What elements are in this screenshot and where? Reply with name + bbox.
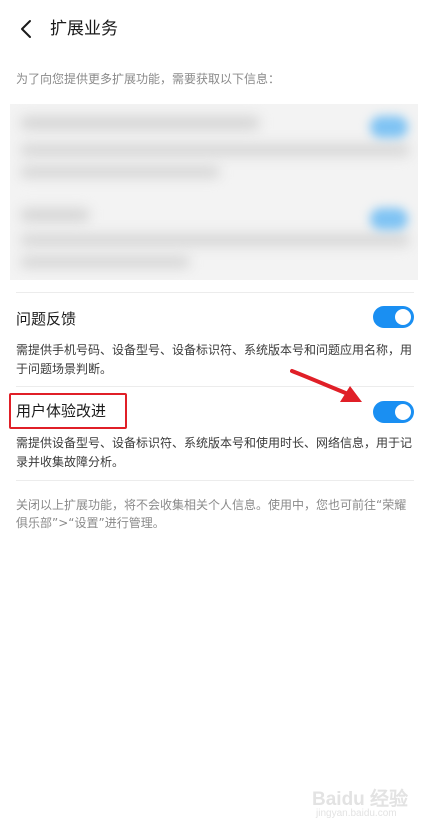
watermark-logo: Baidu 经验 jingyan.baidu.com [312,784,422,828]
page-title: 扩展业务 [50,19,118,39]
annotation-highlight-box [9,393,127,429]
intro-text: 为了向您提供更多扩展功能，需要获取以下信息： [16,72,281,86]
back-button[interactable] [12,15,40,43]
annotation-arrow-icon [290,369,362,402]
setting-desc-ux-improvement: 需提供设备型号、设备标识符、系统版本号和使用时长、网络信息，用于记录并收集故障分… [16,436,413,469]
blurred-settings-area [10,104,418,280]
watermark-main-text: Baidu 经验 [312,789,409,810]
watermark-sub-text: jingyan.baidu.com [316,808,397,819]
feedback-toggle[interactable] [373,306,414,328]
setting-title-feedback: 问题反馈 [16,310,77,328]
ux-improvement-toggle[interactable] [373,401,414,423]
back-arrow-icon [21,20,31,38]
footer-note: 关闭以上扩展功能，将不会收集相关个人信息。使用中，您也可前往“荣耀俱乐部”>“设… [16,498,407,530]
divider [16,480,414,481]
app-header: 扩展业务 [0,0,428,58]
toggle-knob [395,309,411,325]
toggle-knob [395,404,411,420]
divider [16,292,414,293]
